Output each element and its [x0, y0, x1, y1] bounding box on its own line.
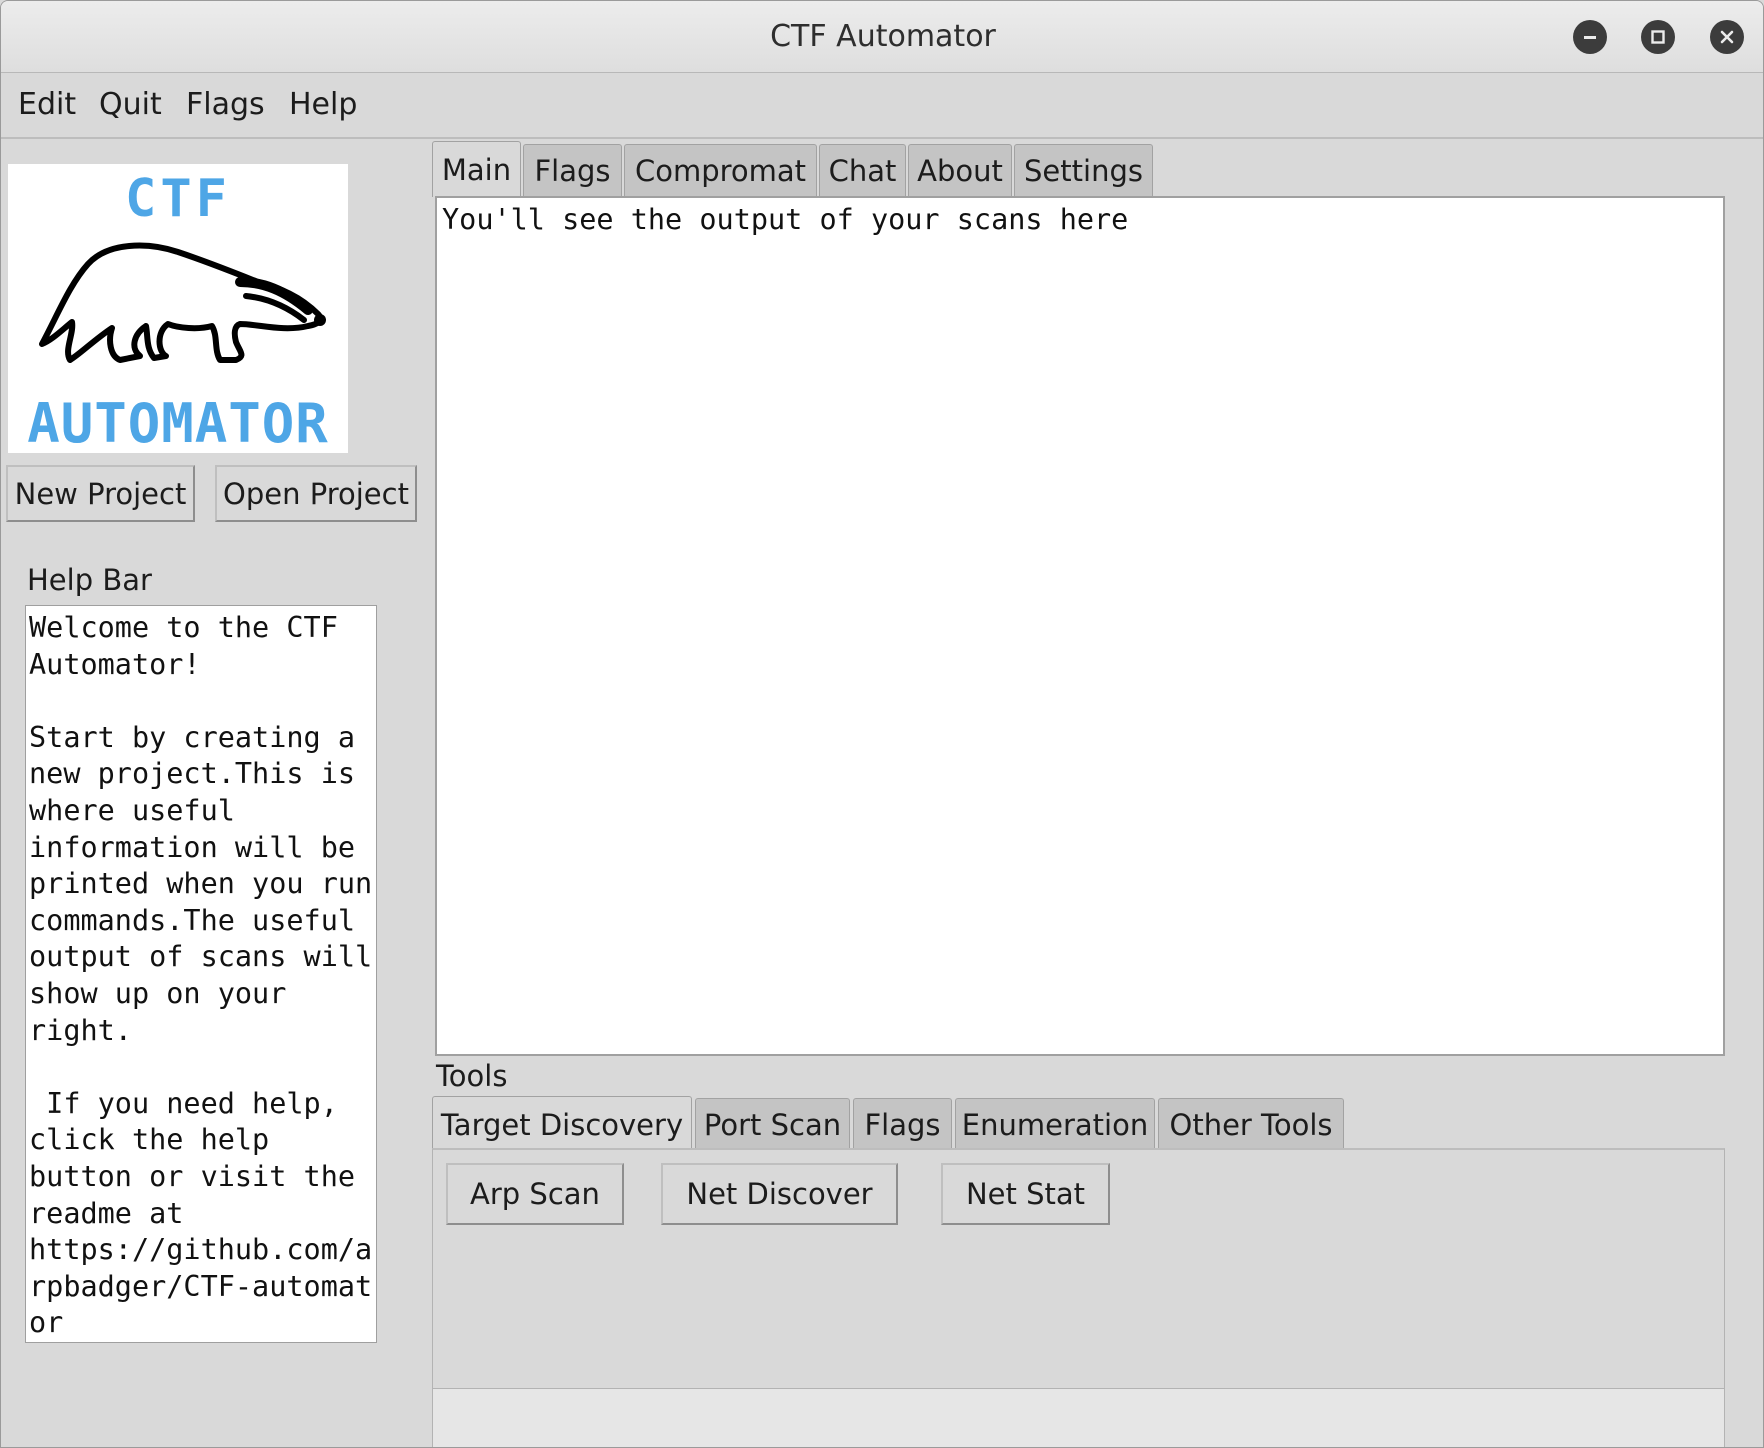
title-bar: CTF Automator	[1, 1, 1763, 73]
maximize-button[interactable]	[1641, 20, 1675, 54]
window-title: CTF Automator	[770, 19, 996, 54]
tab-chat[interactable]: Chat	[819, 144, 906, 196]
scan-output-textbox[interactable]: You'll see the output of your scans here	[435, 196, 1725, 1056]
close-button[interactable]	[1710, 20, 1744, 54]
svg-text:AUTOMATOR: AUTOMATOR	[27, 392, 329, 453]
tab-tool-flags[interactable]: Flags	[853, 1098, 952, 1150]
menu-help[interactable]: Help	[289, 85, 357, 124]
net-discover-button[interactable]: Net Discover	[661, 1163, 898, 1225]
app-logo: CTF AUTOMATOR	[8, 164, 348, 453]
net-stat-button[interactable]: Net Stat	[941, 1163, 1110, 1225]
maximize-icon	[1651, 30, 1665, 44]
arp-scan-button[interactable]: Arp Scan	[446, 1163, 624, 1225]
tab-flags[interactable]: Flags	[523, 144, 622, 196]
svg-text:CTF: CTF	[125, 169, 231, 229]
tab-compromat[interactable]: Compromat	[624, 144, 817, 196]
app-window: CTF Automator Edit Quit Flags Help CTF A…	[0, 0, 1764, 1448]
minimize-button[interactable]	[1573, 20, 1607, 54]
tab-port-scan[interactable]: Port Scan	[695, 1098, 850, 1150]
badger-logo-icon: CTF AUTOMATOR	[27, 169, 329, 453]
new-project-button[interactable]: New Project	[6, 465, 195, 522]
helpbar-label: Help Bar	[27, 563, 152, 597]
tab-settings[interactable]: Settings	[1014, 144, 1153, 196]
close-icon	[1720, 30, 1734, 44]
open-project-button[interactable]: Open Project	[215, 465, 417, 522]
tab-main[interactable]: Main	[432, 141, 521, 197]
menu-bar: Edit Quit Flags Help	[1, 73, 1763, 139]
tab-about[interactable]: About	[908, 144, 1012, 196]
helpbar-textbox[interactable]: Welcome to the CTF Automator! Start by c…	[25, 605, 377, 1343]
tab-other-tools[interactable]: Other Tools	[1158, 1098, 1344, 1150]
menu-flags[interactable]: Flags	[186, 85, 265, 124]
menu-edit[interactable]: Edit	[18, 85, 76, 124]
minimize-icon	[1584, 36, 1596, 39]
status-strip	[432, 1389, 1725, 1447]
tab-enumeration[interactable]: Enumeration	[955, 1098, 1155, 1150]
tools-label: Tools	[436, 1059, 508, 1093]
menu-quit[interactable]: Quit	[99, 85, 162, 124]
tab-target-discovery[interactable]: Target Discovery	[432, 1096, 692, 1152]
